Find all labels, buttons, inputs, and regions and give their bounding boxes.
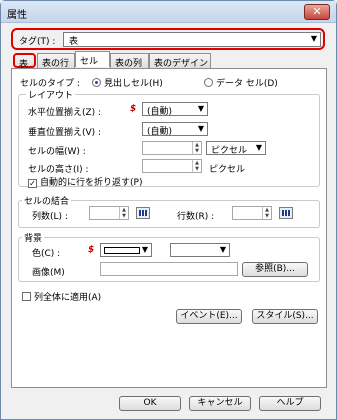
- tab-table[interactable]: 表: [13, 53, 36, 70]
- grid-icon[interactable]: [279, 207, 293, 219]
- header-cell-label: 見出しセル(H): [104, 79, 163, 89]
- width-label: セルの幅(W) :: [28, 147, 86, 157]
- h-align-select[interactable]: (自動) ▼: [142, 102, 208, 117]
- properties-dialog: 属性 ✕ タグ(T) : 表 ▼ 表 表の行 セル 表の列 表のデザイン セルの…: [0, 0, 337, 420]
- checkmark-icon: ✓: [28, 179, 37, 188]
- h-align-label: 水平位置揃え(Z) :: [28, 108, 102, 118]
- chevron-down-icon: ▼: [197, 124, 204, 133]
- wrap-checkbox[interactable]: ✓ 自動的に行を折り返す(P): [28, 175, 142, 188]
- radio-unselected-icon: [204, 78, 213, 87]
- rows-spinbox[interactable]: ▲ ▼: [232, 206, 272, 220]
- color-label: 色(C) :: [32, 249, 61, 259]
- width-unit-value: ピクセル: [211, 146, 248, 156]
- apply-column-checkbox[interactable]: 列全体に適用(A): [22, 290, 101, 303]
- color-picker[interactable]: ▼: [100, 243, 152, 257]
- spin-arrows-icon[interactable]: ▲ ▼: [192, 142, 201, 154]
- tag-row: タグ(T) : 表 ▼: [11, 28, 325, 50]
- layout-legend: レイアウト: [26, 88, 76, 101]
- h-align-value: (自動): [147, 107, 173, 117]
- tab-cell[interactable]: セル: [75, 51, 110, 67]
- spin-arrows-icon[interactable]: ▲ ▼: [119, 207, 128, 219]
- v-align-label: 垂直位置揃え(V) :: [28, 128, 102, 138]
- event-button[interactable]: イベント(E)...: [176, 309, 242, 324]
- wrap-label: 自動的に行を折り返す(P): [40, 178, 143, 188]
- data-cell-radio[interactable]: データ セル(D): [204, 76, 278, 89]
- chevron-down-icon: ▼: [310, 34, 317, 43]
- chevron-down-icon: ▼: [219, 245, 226, 254]
- tab-table-column[interactable]: 表の列: [110, 53, 149, 69]
- data-cell-label: データ セル(D): [216, 79, 278, 89]
- browse-button[interactable]: 参照(B)...: [242, 262, 308, 277]
- cols-spinbox[interactable]: ▲ ▼: [89, 206, 129, 220]
- radio-selected-icon: [92, 78, 101, 87]
- height-unit-label: ピクセル: [209, 165, 246, 175]
- cancel-button[interactable]: キャンセル: [189, 396, 251, 411]
- height-label: セルの高さ(I) :: [28, 165, 89, 175]
- color-name-select[interactable]: ▼: [170, 243, 230, 257]
- height-spinbox[interactable]: ▲ ▼: [142, 159, 202, 173]
- chevron-down-icon: ▼: [197, 104, 204, 113]
- tag-select[interactable]: 表 ▼: [63, 32, 321, 47]
- tab-table-design[interactable]: 表のデザイン: [149, 53, 211, 69]
- header-cell-radio[interactable]: 見出しセル(H): [92, 76, 163, 89]
- dollar-icon: $: [130, 104, 137, 114]
- chevron-down-icon: ▼: [255, 143, 262, 152]
- help-button[interactable]: ヘルプ: [259, 396, 321, 411]
- spin-arrows-icon[interactable]: ▲ ▼: [262, 207, 271, 219]
- title-bar[interactable]: 属性 ✕: [1, 1, 336, 23]
- cell-tab-panel: セルのタイプ : 見出しセル(H) データ セル(D) レイアウト 水平位置揃え…: [11, 68, 327, 388]
- width-unit-select[interactable]: ピクセル ▼: [206, 141, 266, 156]
- window-title: 属性: [7, 10, 27, 21]
- image-path-input[interactable]: [100, 262, 238, 276]
- style-button[interactable]: スタイル(S)...: [252, 309, 318, 324]
- v-align-select[interactable]: (自動) ▼: [142, 122, 208, 137]
- ok-button[interactable]: OK: [119, 396, 181, 411]
- tag-select-value: 表: [69, 37, 79, 47]
- cols-label: 列数(L) :: [32, 212, 68, 222]
- spin-arrows-icon[interactable]: ▲ ▼: [192, 160, 201, 172]
- color-swatch: [104, 247, 140, 254]
- tab-table-row[interactable]: 表の行: [37, 53, 75, 69]
- v-align-value: (自動): [147, 127, 173, 137]
- tag-label: タグ(T) :: [19, 37, 56, 47]
- dollar-icon: $: [88, 245, 95, 255]
- merge-legend: セルの結合: [22, 194, 72, 207]
- checkbox-empty-icon: [22, 292, 31, 301]
- image-label: 画像(M): [32, 268, 65, 278]
- close-button[interactable]: ✕: [304, 4, 330, 20]
- grid-icon[interactable]: [136, 207, 150, 219]
- width-spinbox[interactable]: ▲ ▼: [142, 141, 202, 155]
- rows-label: 行数(R) :: [177, 212, 215, 222]
- chevron-down-icon: ▼: [141, 245, 148, 254]
- apply-column-label: 列全体に適用(A): [34, 293, 102, 303]
- background-legend: 背景: [22, 231, 45, 244]
